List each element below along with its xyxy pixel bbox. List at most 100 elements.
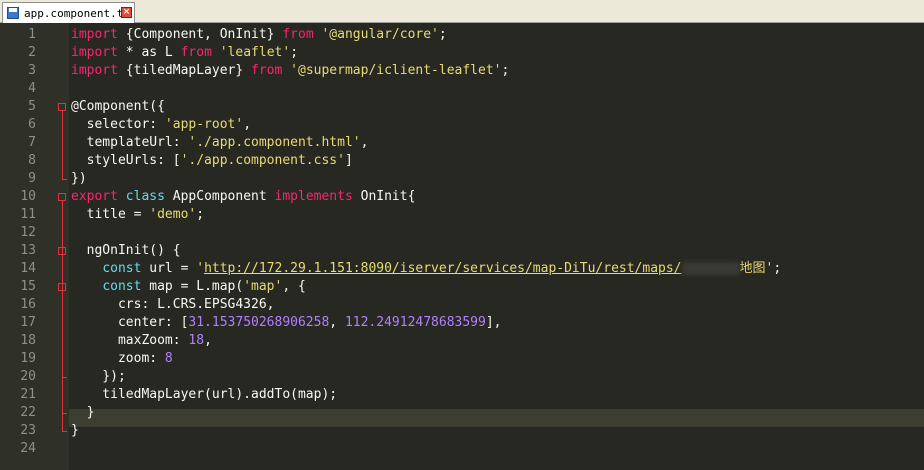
line-number: 12 [20,225,36,240]
code-token: 31.153750268906258 [188,315,330,330]
line-number: 24 [20,441,36,456]
tab-app-component[interactable]: app.component.ts × [2,2,135,23]
fold-range-end [62,179,67,180]
code-token: map = L.map( [141,279,244,294]
code-line[interactable]: ngOnInit() { [71,242,181,260]
code-token: './app.component.html' [188,135,361,150]
tab-bar: app.component.ts × [0,0,924,23]
code-token: url = [141,261,197,276]
redacted-text [681,262,740,275]
code-token: http://172.29.1.151:8090/iserver/service… [204,261,682,276]
code-line[interactable]: maxZoom: 18, [71,332,212,350]
code-line[interactable]: @Component({ [71,98,165,116]
line-number: 17 [20,315,36,330]
code-token: ; [196,207,205,222]
fold-toggle-icon[interactable] [58,103,66,111]
code-token: 'leaflet' [219,45,291,60]
code-token: 'demo' [149,207,197,222]
code-token: title = [71,207,150,222]
code-token: 'map' [243,279,283,294]
code-token: implements [274,189,353,204]
line-number: 14 [20,261,36,276]
code-token: from [251,63,283,78]
code-token: ngOnInit() { [71,243,181,258]
code-line[interactable]: } [71,422,79,440]
code-token: 8 [164,351,173,366]
floppy-disk-icon [6,6,20,20]
code-line[interactable]: zoom: 8 [71,350,173,368]
code-token: } [71,405,95,420]
code-token: '@supermap/iclient-leaflet' [290,63,502,78]
fold-toggle-icon[interactable] [58,193,66,201]
line-number: 8 [28,153,36,168]
code-token: const [102,279,142,294]
code-token: ; [290,45,299,60]
code-token: {Component, OnInit} [117,27,283,42]
line-number: 2 [28,45,36,60]
code-token: import [71,63,118,78]
code-line[interactable]: } [71,404,95,422]
code-token: center: [ [71,315,189,330]
code-token: , { [282,279,306,294]
code-line[interactable]: styleUrls: ['./app.component.css'] [71,152,353,170]
code-token: import [71,27,118,42]
fold-range-line [62,111,63,179]
code-line[interactable]: title = 'demo'; [71,206,204,224]
code-token: , [204,333,212,348]
code-token: crs: L.CRS.EPSG4326, [71,297,275,312]
code-token: } [71,423,79,438]
code-token: }); [71,369,126,384]
code-token: 'app-root' [164,117,244,132]
code-token: OnInit{ [352,189,416,204]
code-area[interactable]: import {Component, OnInit} from '@angula… [69,23,924,470]
code-token: selector: [71,117,165,132]
code-line[interactable]: export class AppComponent implements OnI… [71,188,415,206]
code-line[interactable]: }); [71,368,126,386]
code-token: class [125,189,165,204]
fold-range-line [62,291,63,377]
code-line[interactable]: const map = L.map('map', { [71,278,306,296]
code-token: AppComponent [164,189,275,204]
fold-range-end [62,377,67,378]
code-token: ; [773,261,782,276]
line-number: 11 [20,207,36,222]
line-number: 6 [28,117,36,132]
code-line[interactable]: tiledMapLayer(url).addTo(map); [71,386,337,404]
code-line[interactable]: templateUrl: './app.component.html', [71,134,369,152]
code-token: from [180,45,212,60]
code-token: {tiledMapLayer} [117,63,252,78]
fold-range-end [62,431,67,432]
close-icon[interactable]: × [121,7,132,18]
code-token: import [71,45,118,60]
code-token: './app.component.css' [180,153,345,168]
line-number: 4 [28,81,36,96]
code-token: ' [196,261,205,276]
code-line[interactable]: const url = 'http://172.29.1.151:8090/is… [71,260,781,278]
code-token: templateUrl: [71,135,189,150]
code-token: styleUrls: [ [71,153,181,168]
code-line[interactable]: import {tiledMapLayer} from '@supermap/i… [71,62,509,80]
code-token: 18 [188,333,205,348]
line-number: 15 [20,279,36,294]
code-editor[interactable]: 1 2 3 4 5 6 7 8 9 10 11 12 13 14 15 16 17 18 19 20 21 22 23 24 … [0,23,924,470]
code-line[interactable]: center: [31.153750268906258, 112.2491247… [71,314,502,332]
line-number: 3 [28,63,36,78]
fold-range-end [62,413,67,414]
code-line[interactable]: crs: L.CRS.EPSG4326, [71,296,275,314]
code-line[interactable]: }) [71,170,87,188]
code-line[interactable]: import * as L from 'leaflet'; [71,44,298,62]
line-number-gutter: 1 2 3 4 5 6 7 8 9 10 11 12 13 14 15 16 17 18 19 20 21 22 23 24 [0,23,55,470]
line-number: 18 [20,333,36,348]
code-token: '@angular/core' [321,27,439,42]
code-token: from [282,27,314,42]
code-line[interactable]: selector: 'app-root', [71,116,251,134]
code-token: export [71,189,118,204]
line-number: 13 [20,243,36,258]
line-number: 5 [28,99,36,114]
code-line[interactable]: import {Component, OnInit} from '@angula… [71,26,447,44]
